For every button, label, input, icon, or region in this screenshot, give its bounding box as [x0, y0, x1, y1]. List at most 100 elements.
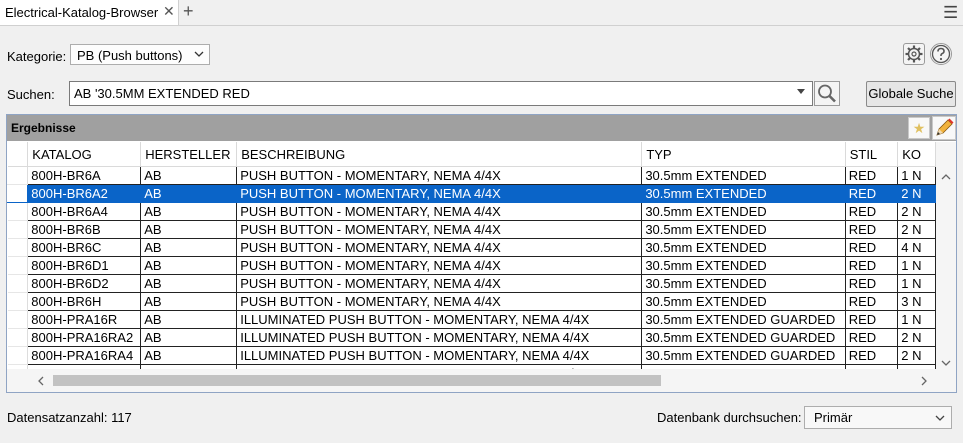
cell-stil[interactable]: RED [844, 274, 899, 293]
cell-ko[interactable]: 1 N [897, 256, 936, 275]
cell-stil[interactable]: RED [844, 184, 899, 203]
cell-stil[interactable]: RED [844, 202, 899, 221]
row-header[interactable] [7, 328, 29, 347]
row-header[interactable] [7, 310, 29, 329]
cell-hersteller[interactable]: AB [140, 238, 238, 257]
tab-catalog-browser[interactable]: Electrical-Katalog-Browser ✕ [0, 0, 179, 25]
cell-hersteller[interactable]: AB [140, 346, 238, 365]
cell-ko[interactable]: 1 N [897, 310, 936, 329]
column-header-typ[interactable]: TYP [641, 142, 846, 167]
cell-typ[interactable]: 30.5mm EXTENDED [641, 274, 846, 293]
table-row[interactable]: 800H-PRA16RA4 AB ILLUMINATED PUSH BUTTON -… [7, 346, 936, 365]
cell-typ[interactable]: 30.5mm EXTENDED [641, 220, 846, 239]
cell-stil[interactable]: RED [844, 346, 899, 365]
cell-stil[interactable]: RED [844, 220, 899, 239]
global-search-button[interactable]: Globale Suche [866, 81, 956, 107]
edit-button[interactable] [932, 116, 956, 140]
cell-beschreibung[interactable]: PUSH BUTTON - MOMENTARY, NEMA 4/4X [236, 220, 643, 239]
cell-katalog[interactable]: 800H-BR6A2 [27, 184, 142, 203]
cell-typ[interactable]: 30.5mm EXTENDED GUARDED [641, 346, 846, 365]
cell-beschreibung[interactable]: PUSH BUTTON - MOMENTARY, NEMA 4/4X [236, 292, 643, 311]
search-combo[interactable] [69, 81, 813, 106]
settings-button[interactable] [903, 43, 925, 65]
row-header[interactable] [7, 202, 29, 221]
cell-beschreibung[interactable]: PUSH BUTTON - MOMENTARY, NEMA 4/4X [236, 166, 643, 185]
row-header[interactable] [7, 346, 29, 365]
row-header[interactable] [7, 220, 29, 239]
scroll-down-icon[interactable] [941, 356, 951, 370]
table-row[interactable]: 800H-PRA16R AB ILLUMINATED PUSH BUTTON - M… [7, 310, 936, 329]
column-header-katalog[interactable]: KATALOG [27, 142, 142, 167]
row-header[interactable] [7, 256, 29, 275]
table-row[interactable]: 800H-BR6D1 AB PUSH BUTTON - MOMENTARY, NEM… [7, 256, 936, 275]
cell-katalog[interactable]: 800H-BR6A4 [27, 202, 142, 221]
table-row[interactable]: 800H-BR6A4 AB PUSH BUTTON - MOMENTARY, NEM… [7, 202, 936, 221]
cell-hersteller[interactable]: AB [140, 184, 238, 203]
cell-typ[interactable]: 30.5mm EXTENDED [641, 184, 846, 203]
table-row[interactable]: 800H-BR6A AB PUSH BUTTON - MOMENTARY, NEMA… [7, 166, 936, 185]
column-header-stil[interactable]: STIL [845, 142, 899, 167]
cell-typ[interactable]: 30.5mm EXTENDED [641, 166, 846, 185]
row-header[interactable] [7, 166, 29, 185]
table-row[interactable]: 800H-BR6A2 AB PUSH BUTTON - MOMENTARY, NEM… [7, 184, 936, 203]
favorite-button[interactable]: ★ [908, 117, 930, 139]
cell-katalog[interactable]: 800H-BR6C [27, 238, 142, 257]
cell-stil[interactable]: RED [844, 238, 899, 257]
cell-typ[interactable]: 30.5mm EXTENDED GUARDED [641, 310, 846, 329]
cell-hersteller[interactable]: AB [140, 202, 238, 221]
menu-icon[interactable]: ☰ [943, 3, 958, 23]
search-button[interactable] [814, 81, 840, 106]
cell-hersteller[interactable]: AB [140, 292, 238, 311]
cell-typ[interactable]: 30.5mm EXTENDED [641, 292, 846, 311]
cell-stil[interactable]: RED [844, 292, 899, 311]
cell-beschreibung[interactable]: ILLUMINATED PUSH BUTTON - MOMENTARY, NEM… [236, 328, 643, 347]
cell-beschreibung[interactable]: ILLUMINATED PUSH BUTTON - MOMENTARY, NEM… [236, 346, 643, 365]
cell-ko[interactable]: 3 N [897, 292, 936, 311]
cell-katalog[interactable]: 800H-PRA16RA4 [27, 346, 142, 365]
dropdown-arrow-icon[interactable] [796, 88, 806, 99]
cell-stil[interactable]: RED [844, 166, 899, 185]
horizontal-scroll-thumb[interactable] [53, 375, 661, 386]
row-header[interactable] [7, 184, 29, 203]
cell-ko[interactable]: 2 N [897, 202, 936, 221]
vertical-scrollbar[interactable] [936, 142, 956, 369]
scroll-up-icon[interactable] [941, 170, 951, 184]
cell-stil[interactable]: RED [844, 328, 899, 347]
cell-katalog[interactable]: 800H-PRA16RA2 [27, 328, 142, 347]
column-header-beschreibung[interactable]: BESCHREIBUNG [236, 142, 643, 167]
cell-ko[interactable]: 2 N [897, 328, 936, 347]
cell-beschreibung[interactable]: ILLUMINATED PUSH BUTTON - MOMENTARY, NEM… [236, 310, 643, 329]
cell-stil[interactable]: RED [844, 310, 899, 329]
table-row[interactable]: 800H-BR6B AB PUSH BUTTON - MOMENTARY, NEMA… [7, 220, 936, 239]
cell-hersteller[interactable]: AB [140, 220, 238, 239]
cell-beschreibung[interactable]: PUSH BUTTON - MOMENTARY, NEMA 4/4X [236, 256, 643, 275]
cell-stil[interactable]: RED [844, 256, 899, 275]
cell-katalog[interactable]: 800H-BR6D2 [27, 274, 142, 293]
cell-beschreibung[interactable]: PUSH BUTTON - MOMENTARY, NEMA 4/4X [236, 184, 643, 203]
row-header[interactable] [7, 292, 29, 311]
table-row[interactable]: 800H-PRA16RA2 AB ILLUMINATED PUSH BUTTON -… [7, 328, 936, 347]
cell-katalog[interactable]: 800H-BR6B [27, 220, 142, 239]
cell-ko[interactable]: 2 N [897, 220, 936, 239]
cell-katalog[interactable]: 800H-BR6A [27, 166, 142, 185]
cell-katalog[interactable]: 800H-BR6H [27, 292, 142, 311]
table-row[interactable]: 800H-BR6C AB PUSH BUTTON - MOMENTARY, NEMA… [7, 238, 936, 257]
cell-ko[interactable]: 2 N [897, 346, 936, 365]
cell-katalog[interactable]: 800H-BR6D1 [27, 256, 142, 275]
close-icon[interactable]: ✕ [163, 3, 175, 20]
cell-ko[interactable]: 4 N [897, 238, 936, 257]
cell-beschreibung[interactable]: PUSH BUTTON - MOMENTARY, NEMA 4/4X [236, 202, 643, 221]
column-header-hersteller[interactable]: HERSTELLER [140, 142, 238, 167]
search-input[interactable] [74, 86, 784, 101]
cell-typ[interactable]: 30.5mm EXTENDED [641, 256, 846, 275]
scroll-right-icon[interactable] [920, 375, 928, 389]
table-row[interactable]: 800H-BR6H AB PUSH BUTTON - MOMENTARY, NEMA… [7, 292, 936, 311]
add-tab-icon[interactable]: + [183, 1, 194, 22]
cell-hersteller[interactable]: AB [140, 328, 238, 347]
cell-hersteller[interactable]: AB [140, 166, 238, 185]
cell-hersteller[interactable]: AB [140, 274, 238, 293]
cell-beschreibung[interactable]: PUSH BUTTON - MOMENTARY, NEMA 4/4X [236, 238, 643, 257]
cell-typ[interactable]: 30.5mm EXTENDED GUARDED [641, 328, 846, 347]
cell-beschreibung[interactable]: PUSH BUTTON - MOMENTARY, NEMA 4/4X [236, 274, 643, 293]
table-row[interactable]: 800H-BR6D2 AB PUSH BUTTON - MOMENTARY, NEM… [7, 274, 936, 293]
